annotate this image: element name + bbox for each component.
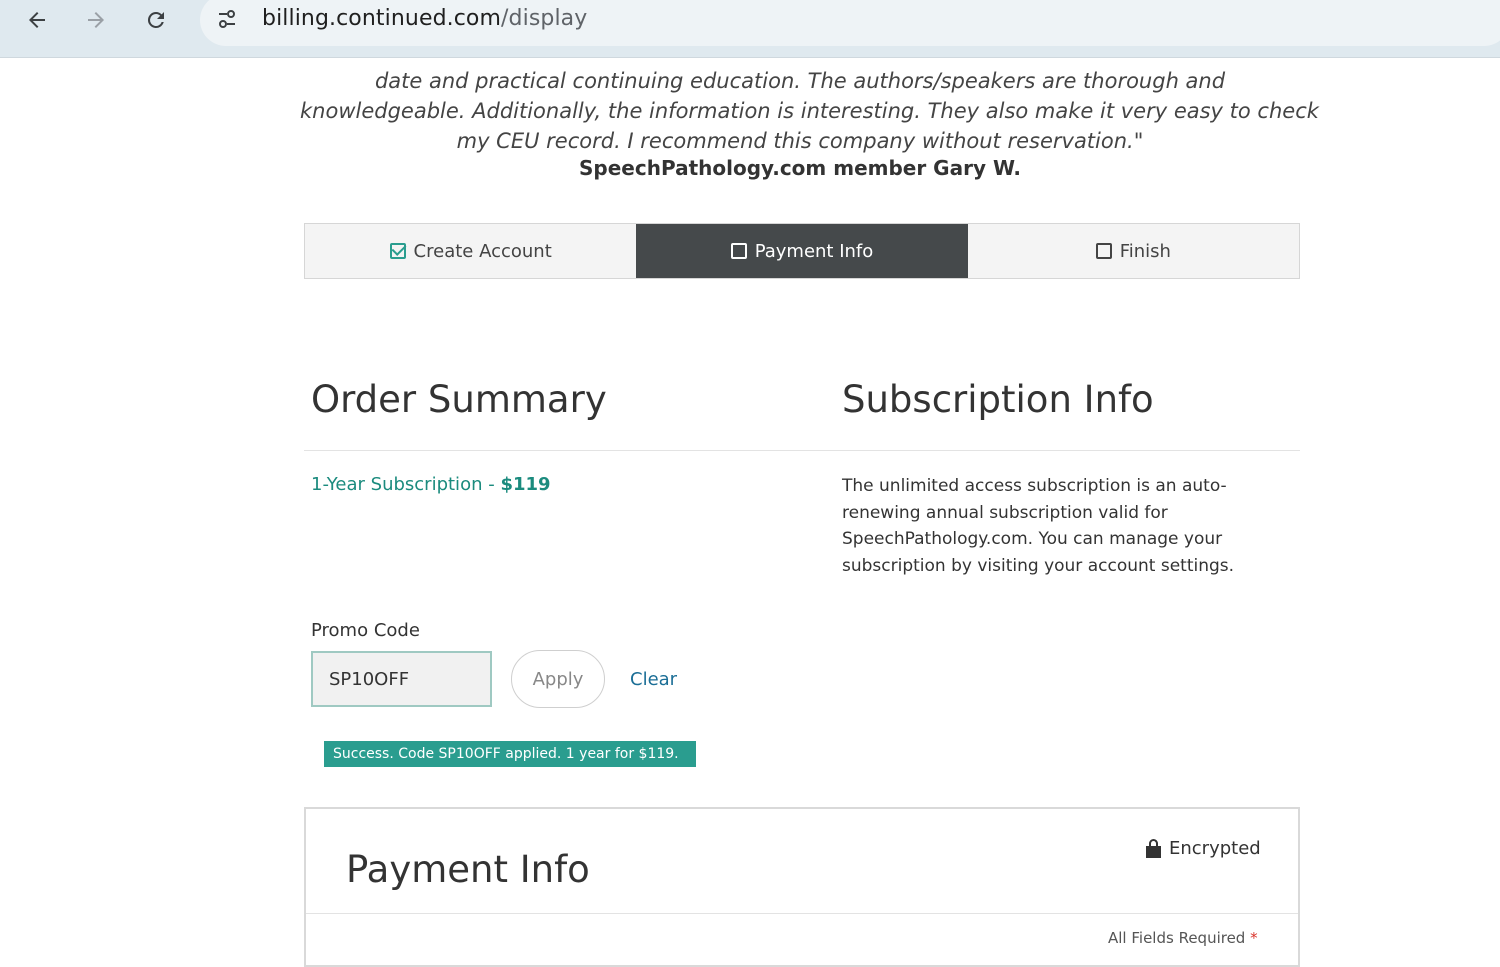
clear-link[interactable]: Clear xyxy=(630,669,677,690)
testimonial-author: SpeechPathology.com member Gary W. xyxy=(579,156,1021,180)
step-label: Create Account xyxy=(413,240,552,262)
step-payment-info[interactable]: Payment Info xyxy=(636,224,968,278)
forward-button[interactable] xyxy=(80,4,112,36)
subscription-description: The unlimited access subscription is an … xyxy=(842,476,1235,576)
back-button[interactable] xyxy=(21,4,53,36)
step-finish[interactable]: Finish xyxy=(968,224,1299,278)
section-divider xyxy=(304,450,1300,451)
encrypted-badge: Encrypted xyxy=(1145,838,1261,859)
checkout-steps: Create Account Payment Info Finish xyxy=(304,223,1300,279)
payment-divider xyxy=(306,913,1298,914)
url-path: /display xyxy=(501,6,588,31)
apply-button[interactable]: Apply xyxy=(511,650,605,708)
promo-code-label: Promo Code xyxy=(311,620,420,641)
fields-required-note: All Fields Required * xyxy=(1108,929,1258,947)
lock-icon xyxy=(1145,839,1162,858)
arrow-right-icon xyxy=(88,12,104,28)
step-label: Payment Info xyxy=(754,240,874,262)
site-info-icon[interactable] xyxy=(214,6,240,32)
browser-toolbar: billing.continued.com/display xyxy=(0,0,1500,58)
checkbox-empty-icon xyxy=(1095,243,1112,259)
step-create-account[interactable]: Create Account xyxy=(305,224,636,278)
plan-line: 1-Year Subscription - $119 xyxy=(311,474,551,495)
testimonial-line: knowledgeable. Additionally, the informa… xyxy=(300,99,1319,123)
plan-price: $119 xyxy=(500,474,551,495)
payment-info-heading: Payment Info xyxy=(346,848,590,891)
fields-required-text: All Fields Required xyxy=(1108,929,1246,947)
promo-success-message: Success. Code SP10OFF applied. 1 year fo… xyxy=(324,741,696,767)
subscription-info-heading: Subscription Info xyxy=(842,378,1154,421)
reload-icon xyxy=(147,11,164,28)
url-host: billing.continued.com xyxy=(262,6,502,31)
reload-button[interactable] xyxy=(140,4,172,36)
testimonial-quote: date and practical continuing education.… xyxy=(300,66,1319,156)
testimonial-line: date and practical continuing education.… xyxy=(374,69,1226,93)
order-summary-heading: Order Summary xyxy=(311,378,607,421)
checkbox-empty-icon xyxy=(730,243,747,259)
arrow-left-icon xyxy=(29,12,45,28)
url-text[interactable]: billing.continued.com/display xyxy=(262,6,587,31)
promo-code-input[interactable] xyxy=(311,651,492,707)
encrypted-label: Encrypted xyxy=(1169,838,1261,859)
required-marker: * xyxy=(1250,929,1258,947)
testimonial-line: my CEU record. I recommend this company … xyxy=(456,129,1144,153)
step-label: Finish xyxy=(1119,240,1171,262)
checkbox-checked-icon xyxy=(389,243,406,259)
plan-name: 1-Year Subscription xyxy=(311,474,483,495)
plan-separator: - xyxy=(482,474,501,495)
